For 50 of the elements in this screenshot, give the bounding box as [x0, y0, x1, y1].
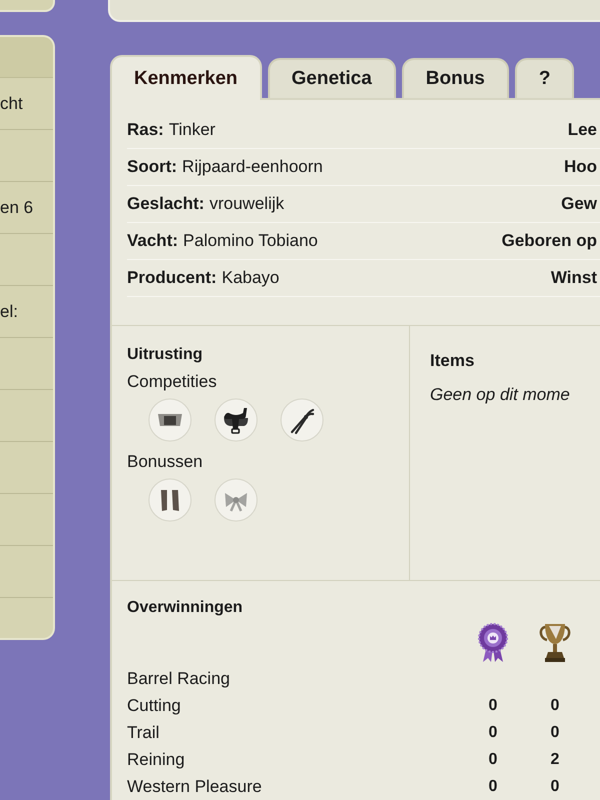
sidebar-label: el:	[0, 302, 18, 322]
bow-icon	[214, 478, 258, 522]
trait-label: Soort:	[127, 157, 178, 177]
win-count: 0	[488, 724, 498, 742]
trait-label: Winst	[550, 268, 598, 288]
win-count: 0	[488, 750, 498, 768]
empty-message: Geen op dit mome	[430, 385, 570, 405]
win-count: 0	[488, 696, 498, 714]
tab[interactable]: Bonus	[402, 58, 509, 98]
trophy-icon	[537, 622, 573, 664]
rosette-icon	[477, 623, 509, 663]
trait-value: Palomino Tobiano	[183, 231, 318, 251]
discipline-label: Reining	[127, 750, 185, 770]
saddle-pad-icon	[148, 398, 192, 442]
win-count: 0	[550, 778, 560, 796]
trait-label: Geslacht:	[127, 194, 204, 214]
trait-label: Gew	[561, 194, 598, 214]
discipline-label: Barrel Racing	[127, 668, 230, 688]
group-heading: Competities	[127, 372, 217, 392]
section-heading: Overwinningen	[127, 599, 243, 617]
win-count: 2	[550, 750, 560, 768]
sidebar-label: en 6	[0, 198, 34, 218]
section-heading: Items	[430, 351, 474, 371]
pliers-icon	[280, 398, 324, 442]
boots-icon	[148, 478, 192, 522]
sidebar-header	[0, 37, 53, 78]
tab[interactable]: Kenmerken	[110, 55, 262, 100]
trait-label: Geboren op	[502, 231, 598, 251]
discipline-label: Trail	[127, 722, 160, 742]
section-heading: Uitrusting	[127, 346, 203, 364]
trait-label: Ras:	[127, 120, 164, 140]
saddle-icon	[214, 398, 258, 442]
trait-value: Tinker	[168, 120, 216, 140]
win-count: 0	[488, 778, 498, 796]
tab[interactable]: Genetica	[268, 58, 396, 98]
discipline-label: Western Pleasure	[127, 776, 262, 796]
sidebar-label: cht	[0, 94, 23, 114]
win-count: 0	[550, 724, 560, 742]
trait-label: Lee	[568, 120, 598, 140]
group-heading: Bonussen	[127, 452, 203, 472]
tab[interactable]: ?	[514, 58, 574, 98]
trait-label: Vacht:	[127, 231, 178, 251]
trait-value: vrouwelijk	[209, 194, 284, 214]
discipline-label: Cutting	[127, 696, 181, 716]
sidebar-panel	[0, 0, 55, 12]
trait-label: Hoo	[564, 157, 598, 177]
trait-value: Kabayo	[222, 268, 280, 288]
win-count: 0	[550, 696, 560, 714]
trait-label: Producent:	[127, 268, 217, 288]
trait-value: Rijpaard-eenhoorn	[182, 157, 323, 177]
